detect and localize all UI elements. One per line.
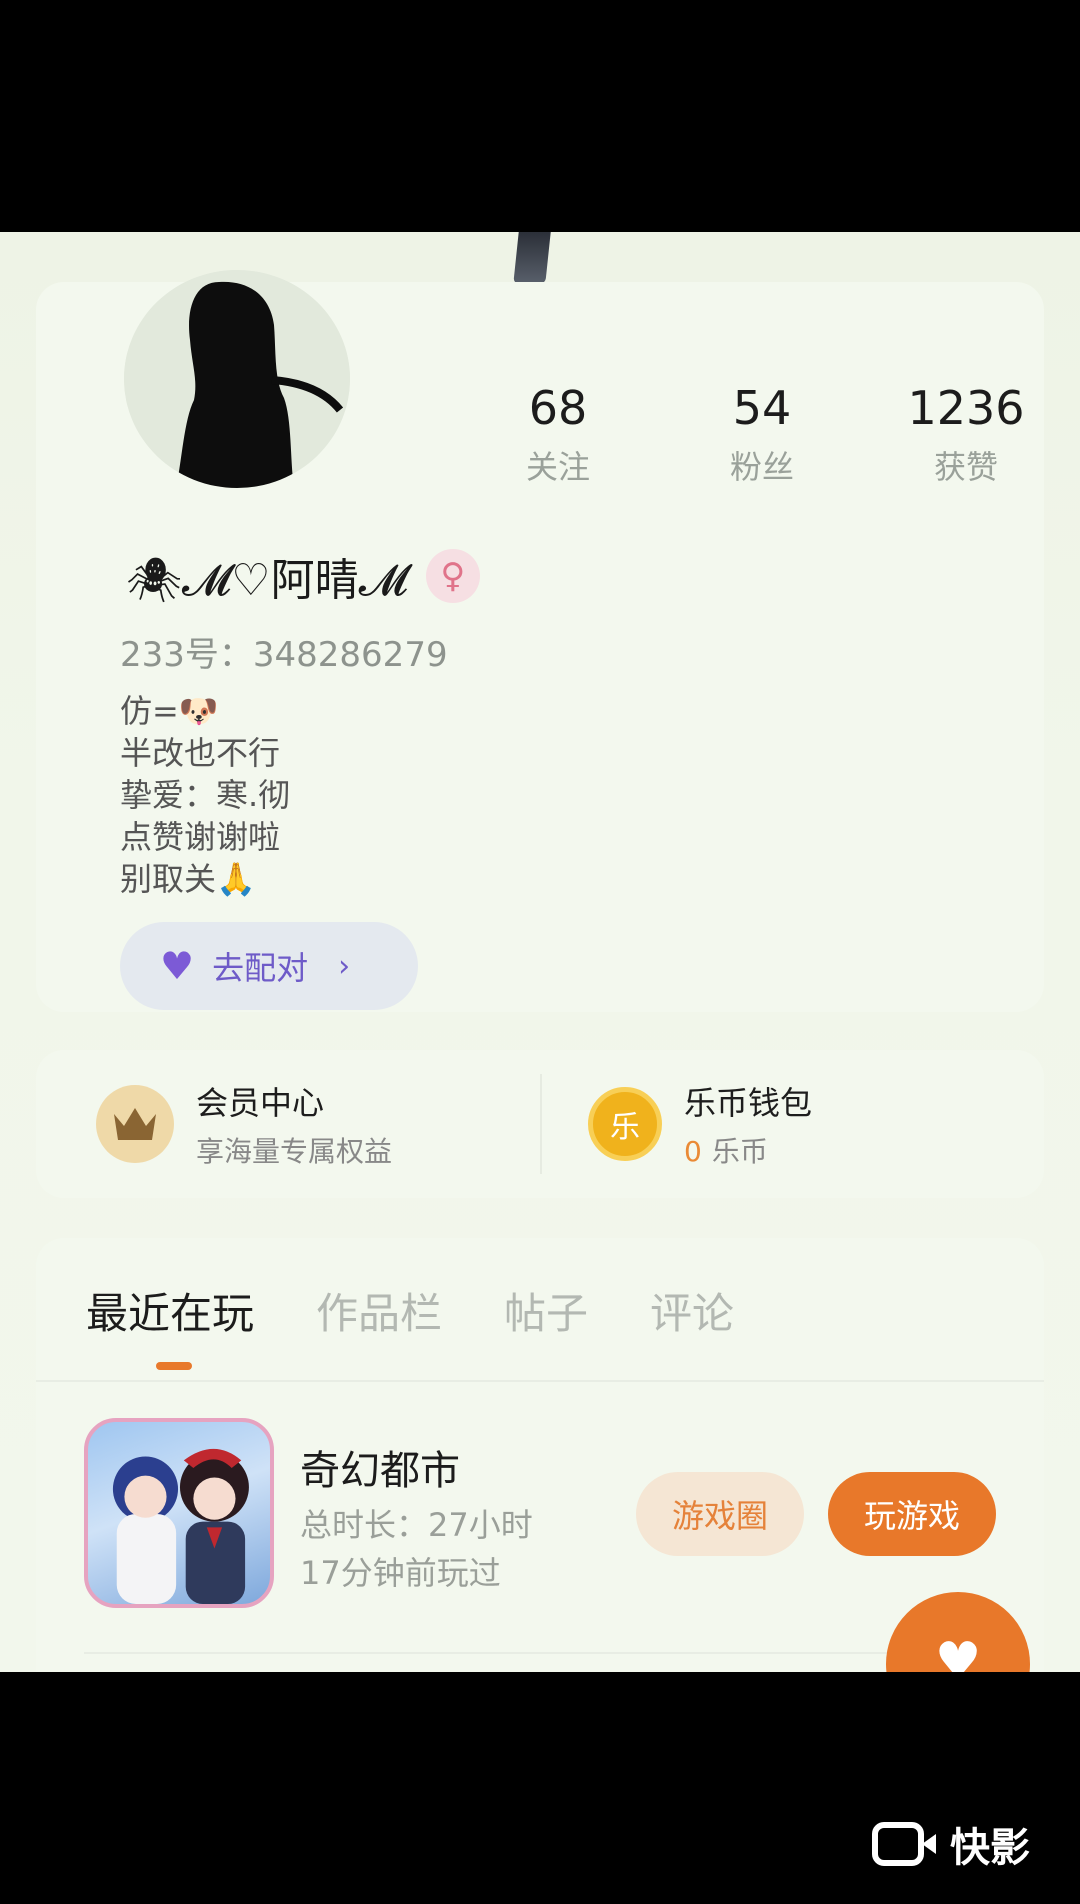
stat-following-label: 关注 xyxy=(525,448,590,486)
stat-following[interactable]: 68 关注 xyxy=(468,380,648,488)
game-total-duration: 总时长：27小时 xyxy=(300,1506,533,1544)
bio-line: 半改也不行 xyxy=(120,734,281,772)
stat-following-value: 68 xyxy=(528,381,588,435)
game-last-played: 17分钟前玩过 xyxy=(300,1554,501,1592)
game-name: 奇幻都市 xyxy=(300,1448,460,1494)
bio-line: 点赞谢谢啦 xyxy=(120,818,281,856)
name-row: 🕷𝓜♡阿晴𝓜 ♀ xyxy=(126,546,480,606)
stat-likes-value: 1236 xyxy=(907,381,1025,435)
tab-comments[interactable]: 评论 xyxy=(650,1280,734,1350)
letterbox-top xyxy=(0,0,1080,232)
avatar-silhouette xyxy=(124,270,350,488)
bio-line: 别取关🙏 xyxy=(120,860,256,898)
match-button-label: 去配对 xyxy=(212,949,309,987)
coin-icon: 乐 xyxy=(588,1087,662,1161)
app-screen: 68 关注 54 粉丝 1236 获赞 🕷𝓜♡阿晴𝓜 ♀ 233号：348286… xyxy=(0,232,1080,1672)
recent-game-item[interactable]: 奇幻都市 总时长：27小时 17分钟前玩过 游戏圈 玩游戏 xyxy=(84,1418,1024,1608)
heart-icon: ♥ xyxy=(160,944,195,988)
coin-unit: 乐币 xyxy=(711,1135,768,1168)
tab-recently-played[interactable]: 最近在玩 xyxy=(86,1280,254,1350)
member-center[interactable]: 会员中心 享海量专属权益 xyxy=(96,1050,392,1198)
chevron-right-icon: › xyxy=(338,948,351,984)
game-circle-button[interactable]: 游戏圈 xyxy=(636,1472,804,1556)
user-bio: 仿=🐶 半改也不行 挚爱：寒.彻 点赞谢谢啦 别取关🙏 xyxy=(120,690,290,900)
tab-works[interactable]: 作品栏 xyxy=(316,1280,442,1350)
user-name: 🕷𝓜♡阿晴𝓜 xyxy=(126,555,408,606)
member-center-text: 会员中心 享海量专属权益 xyxy=(196,1078,392,1170)
tab-bar: 最近在玩 作品栏 帖子 评论 xyxy=(86,1280,796,1350)
wallet-divider xyxy=(540,1074,542,1174)
crown-icon xyxy=(96,1085,174,1163)
profile-card: 68 关注 54 粉丝 1236 获赞 🕷𝓜♡阿晴𝓜 ♀ 233号：348286… xyxy=(36,270,1044,1012)
member-center-title: 会员中心 xyxy=(196,1084,325,1122)
female-gender-icon: ♀ xyxy=(425,549,480,603)
member-center-subtitle: 享海量专属权益 xyxy=(196,1135,393,1168)
user-id: 233号：348286279 xyxy=(120,635,448,675)
wallet-card: 会员中心 享海量专属权益 乐 乐币钱包 0 乐币 xyxy=(36,1050,1044,1198)
coin-amount: 0 xyxy=(684,1135,702,1168)
coin-wallet[interactable]: 乐 乐币钱包 0 乐币 xyxy=(588,1050,812,1198)
tabs-divider xyxy=(36,1380,1044,1382)
background-figure xyxy=(513,232,551,284)
game-icon[interactable] xyxy=(84,1418,274,1608)
stat-fans-value: 54 xyxy=(732,381,792,435)
bio-line: 仿=🐶 xyxy=(120,692,219,730)
avatar[interactable] xyxy=(124,270,350,488)
coin-wallet-title: 乐币钱包 xyxy=(684,1084,813,1122)
row-divider xyxy=(84,1652,1024,1654)
coin-wallet-text: 乐币钱包 0 乐币 xyxy=(684,1078,812,1170)
coin-balance: 0 乐币 xyxy=(684,1130,812,1170)
match-button[interactable]: ♥ 去配对 › xyxy=(120,922,418,1010)
video-camera-icon xyxy=(872,1822,936,1866)
game-artwork xyxy=(112,1448,249,1604)
stat-likes-label: 获赞 xyxy=(933,448,998,486)
activity-card: 最近在玩 作品栏 帖子 评论 奇幻都市 总时长：27小时 17分钟前玩过 游戏圈… xyxy=(36,1238,1044,1672)
watermark-text: 快影 xyxy=(950,1825,1030,1871)
play-game-button[interactable]: 玩游戏 xyxy=(828,1472,996,1556)
watermark: 快影 xyxy=(872,1818,1030,1871)
stat-fans-label: 粉丝 xyxy=(729,448,794,486)
stat-likes[interactable]: 1236 获赞 xyxy=(876,380,1056,488)
stat-fans[interactable]: 54 粉丝 xyxy=(672,380,852,488)
tab-posts[interactable]: 帖子 xyxy=(504,1280,588,1350)
bio-line: 挚爱：寒.彻 xyxy=(120,776,291,814)
heart-icon: ♥ xyxy=(934,1632,982,1672)
active-tab-indicator xyxy=(156,1362,192,1370)
